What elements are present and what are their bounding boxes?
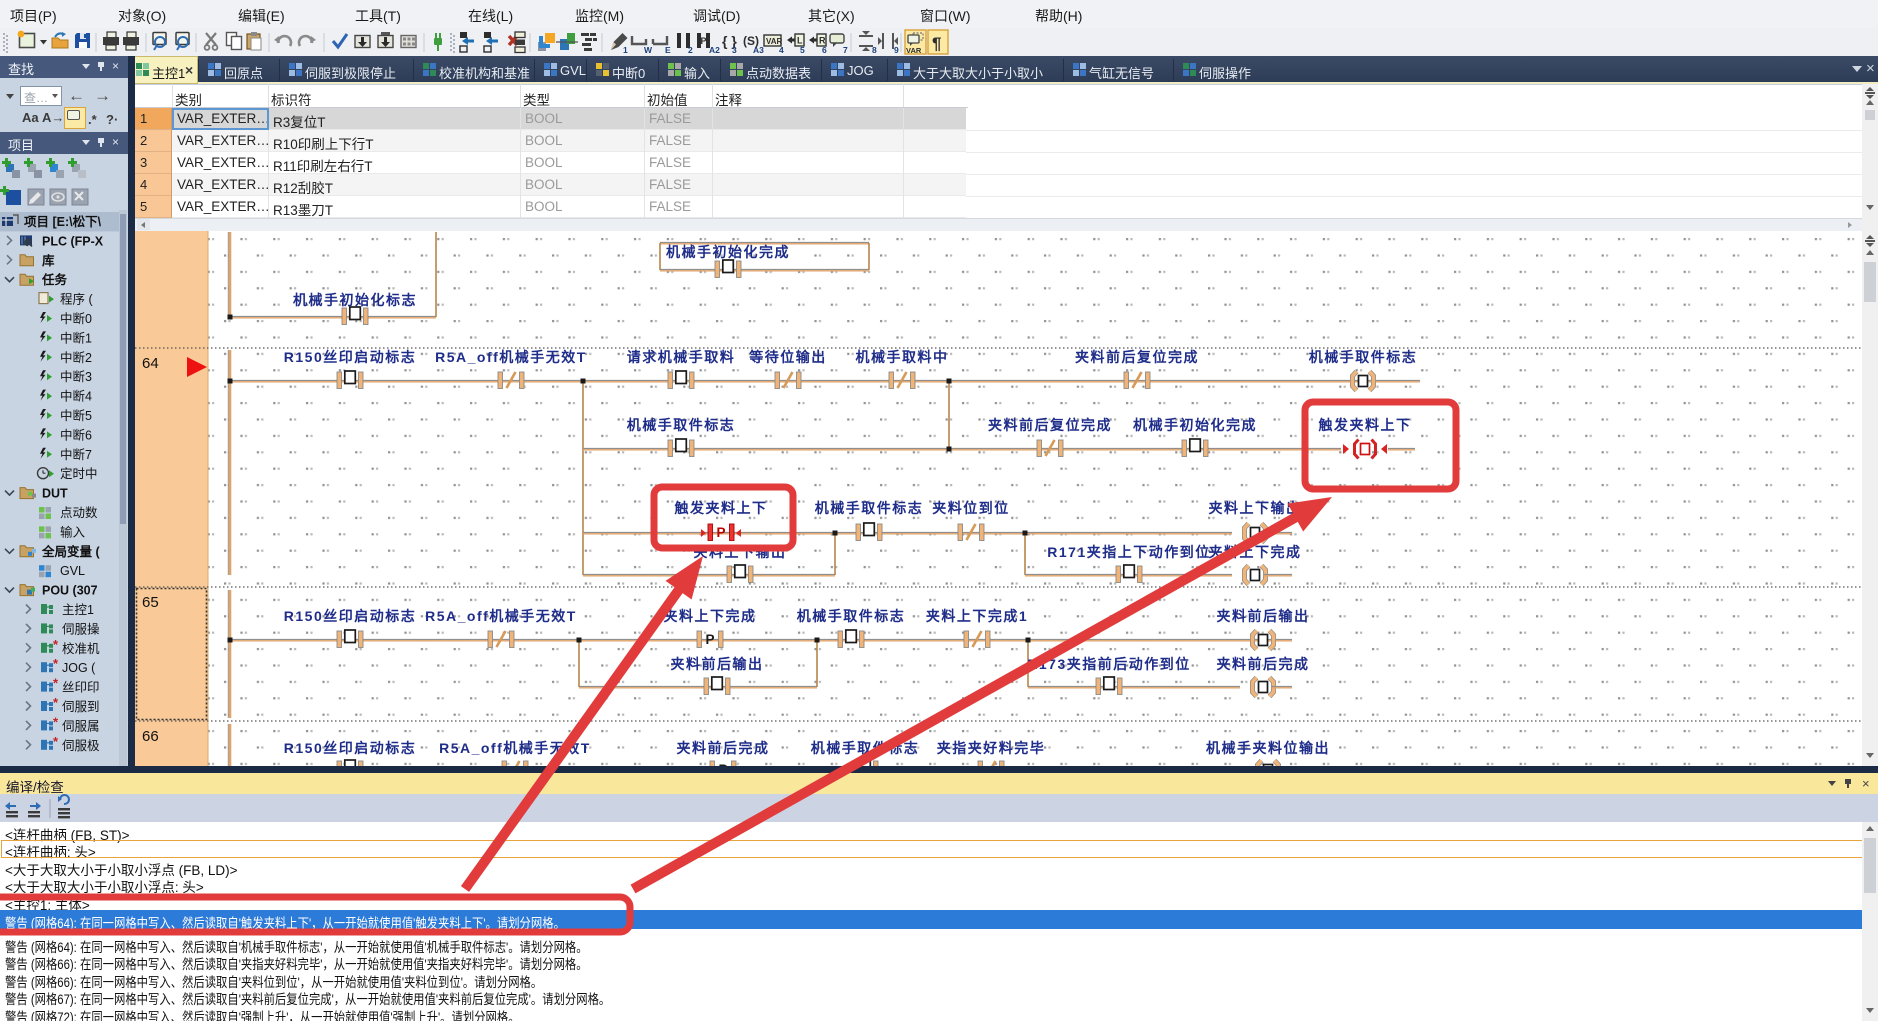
svg-text:触发夹料上下: 触发夹料上下 [674,500,768,516]
svg-text:夹指夹好料完毕: 夹指夹好料完毕 [937,740,1046,756]
svg-text:夹料前后输出: 夹料前后输出 [1217,608,1310,624]
svg-text:65: 65 [142,594,159,611]
svg-text:夹料前后复位完成: 夹料前后复位完成 [1075,349,1199,365]
svg-text:丝印印: 丝印印 [62,681,100,695]
svg-text:机械手初始化标志: 机械手初始化标志 [293,292,417,308]
svg-text:夹料前后完成: 夹料前后完成 [677,740,770,756]
svg-text:点动数: 点动数 [60,505,98,520]
svg-text:校准机: 校准机 [62,641,100,656]
svg-text:夹料上下完成: 夹料上下完成 [1209,544,1302,560]
svg-text:中断7: 中断7 [60,447,92,462]
svg-text:5: 5 [800,45,805,55]
svg-text:中断3: 中断3 [60,369,92,384]
svg-text:1: 1 [623,45,628,55]
svg-text:机械手取料中: 机械手取料中 [856,349,949,365]
svg-text:机械手取件标志: 机械手取件标志 [797,608,906,624]
svg-text:R173夹指前后动作到位: R173夹指前后动作到位 [1027,656,1190,672]
svg-text:VAR: VAR [906,46,922,55]
svg-text:P: P [705,632,714,647]
svg-text:定时中: 定时中 [60,466,98,481]
svg-text:2: 2 [688,45,693,55]
svg-text:请求机械手取料: 请求机械手取料 [627,349,736,365]
svg-text:中断0: 中断0 [60,311,92,326]
svg-text:伺服极: 伺服极 [62,739,100,753]
svg-text:8: 8 [872,45,877,55]
svg-text:R5A_off机械手无效T: R5A_off机械手无效T [439,740,591,756]
svg-text:P: P [716,525,725,540]
svg-text:PLC (FP-X: PLC (FP-X [42,234,104,248]
svg-text:64: 64 [142,355,159,372]
svg-text:R150丝印启动标志: R150丝印启动标志 [284,349,416,365]
svg-text:中断1: 中断1 [60,330,92,345]
svg-text:机械手初始化完成: 机械手初始化完成 [666,244,790,260]
svg-text:中断6: 中断6 [60,427,92,442]
svg-text:夹料前后输出: 夹料前后输出 [671,656,764,672]
svg-text:夹料上下完成: 夹料上下完成 [664,608,757,624]
svg-text:4: 4 [779,45,784,55]
svg-text:R150丝印启动标志: R150丝印启动标志 [284,608,416,624]
svg-text:7: 7 [843,45,848,55]
svg-text:P: P [700,36,706,46]
svg-text:夹料位到位: 夹料位到位 [932,500,1010,516]
svg-text:66: 66 [142,728,159,745]
svg-text:9: 9 [894,45,899,55]
svg-text:伺服到: 伺服到 [62,700,100,714]
svg-text:机械手初始化完成: 机械手初始化完成 [1133,417,1257,433]
svg-text:3: 3 [732,45,737,55]
svg-text:W: W [644,45,653,55]
svg-text:夹料前后复位完成: 夹料前后复位完成 [988,417,1112,433]
svg-text:R5A_off机械手无效T: R5A_off机械手无效T [425,608,577,624]
svg-text:伺服属: 伺服属 [62,719,100,733]
svg-text:JOG (: JOG ( [62,661,96,675]
svg-text:L: L [797,36,803,46]
svg-text:中断5: 中断5 [60,408,92,423]
svg-text:机械手取件标志: 机械手取件标志 [815,500,924,516]
svg-text:任务: 任务 [41,272,68,287]
svg-text:等待位输出: 等待位输出 [749,349,827,365]
svg-text:A3: A3 [753,45,764,55]
svg-text:POU (307: POU (307 [42,584,98,598]
svg-text:输入: 输入 [60,524,86,539]
svg-text:库: 库 [42,253,55,268]
svg-text:机械手夹料位输出: 机械手夹料位输出 [1206,740,1330,756]
svg-text:R: R [819,36,826,46]
svg-text:夹料上下输出: 夹料上下输出 [1209,500,1302,516]
svg-text:机械手取件标志: 机械手取件标志 [627,417,736,433]
svg-text:全局变量 (: 全局变量 ( [41,544,100,559]
svg-text:R5A_off机械手无效T: R5A_off机械手无效T [435,349,587,365]
svg-text:夹料上下完成1: 夹料上下完成1 [926,608,1028,624]
svg-text:R171夹指上下动作到位: R171夹指上下动作到位 [1047,544,1210,560]
svg-text:项目 [E:\松下\: 项目 [E:\松下\ [24,214,102,229]
svg-text:机械手取件标志: 机械手取件标志 [811,740,920,756]
svg-text:主控1: 主控1 [62,603,94,617]
svg-text:A2: A2 [709,45,720,55]
svg-text:程序 (: 程序 ( [60,292,93,307]
svg-text:R150丝印启动标志: R150丝印启动标志 [284,740,416,756]
svg-text:中断4: 中断4 [60,389,92,404]
svg-text:6: 6 [822,45,827,55]
svg-text:伺服操: 伺服操 [62,621,100,636]
svg-text:夹料前后完成: 夹料前后完成 [1217,656,1310,672]
svg-text:夹料上下输出: 夹料上下输出 [694,544,787,560]
svg-text:机械手取件标志: 机械手取件标志 [1309,349,1418,365]
svg-text:E: E [665,45,671,55]
svg-text:触发夹料上下: 触发夹料上下 [1318,417,1412,433]
svg-text:DUT: DUT [42,487,68,501]
svg-text:中断2: 中断2 [60,350,92,365]
svg-text:GVL: GVL [60,564,85,578]
svg-text:¶: ¶ [932,34,941,53]
